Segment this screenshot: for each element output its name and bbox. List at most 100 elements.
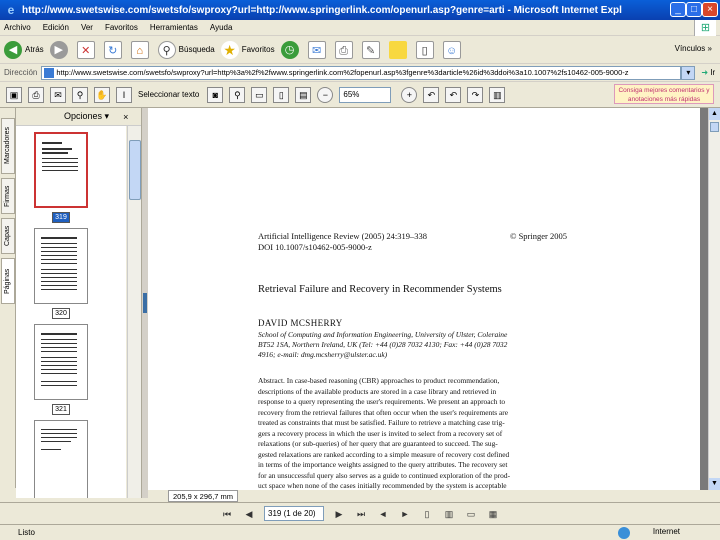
- links-label[interactable]: Vínculos »: [675, 44, 712, 53]
- print-button[interactable]: ⎙: [334, 40, 356, 59]
- document-view[interactable]: Artificial Intelligence Review (2005) 24…: [148, 108, 708, 490]
- pages-icon[interactable]: ▥: [489, 86, 506, 103]
- abstract-line: treated as constraints that must be sati…: [258, 418, 505, 427]
- next-view-icon[interactable]: ►: [397, 506, 413, 522]
- author-affiliation: BT52 1SA, Northern Ireland, UK (Tel: +44…: [258, 340, 508, 349]
- status-text: Listo: [18, 528, 35, 537]
- maximize-button[interactable]: □: [686, 2, 702, 17]
- actual-size-icon[interactable]: ▭: [251, 86, 268, 103]
- close-panel-button[interactable]: ×: [123, 112, 128, 122]
- address-input[interactable]: http://www.swetswise.com/swetsfo/swproxy…: [41, 65, 682, 80]
- window-title: http://www.swetswise.com/swetsfo/swproxy…: [22, 4, 622, 16]
- edit-button[interactable]: ✎: [361, 40, 383, 59]
- zoom-in-icon[interactable]: +: [401, 86, 418, 103]
- rotate-icon[interactable]: ↶: [423, 86, 440, 103]
- menu-favoritos[interactable]: Favoritos: [105, 23, 138, 32]
- page-thumbnail[interactable]: [34, 132, 88, 208]
- home-icon: ⌂: [130, 40, 149, 59]
- messenger-button[interactable]: ☺: [442, 40, 464, 59]
- thumbnail-scroll-thumb[interactable]: [129, 140, 141, 200]
- home-button[interactable]: ⌂: [130, 40, 152, 59]
- thumbnail-page-label: 321: [52, 404, 70, 415]
- last-page-icon[interactable]: ⏭: [353, 506, 369, 522]
- doi-text: DOI 10.1007/s10462-005-9000-z: [258, 242, 372, 252]
- previous-page-icon[interactable]: ◀: [241, 506, 257, 522]
- hand-tool-icon[interactable]: ✋: [94, 86, 110, 103]
- page-thumbnail[interactable]: [34, 324, 88, 400]
- undo-icon[interactable]: ↶: [445, 86, 462, 103]
- fit-width-icon[interactable]: ▤: [295, 86, 312, 103]
- minimize-button[interactable]: _: [670, 2, 686, 17]
- print-pdf-icon[interactable]: ⎙: [28, 86, 44, 103]
- address-value: http://www.swetswise.com/swetsfo/swproxy…: [56, 67, 629, 77]
- stop-button[interactable]: ✕: [76, 40, 98, 59]
- tab-marcadores[interactable]: Marcadores: [1, 118, 15, 174]
- save-copy-icon[interactable]: ▣: [6, 86, 22, 103]
- mail-button[interactable]: ✉: [307, 40, 329, 59]
- select-text-button[interactable]: Seleccionar texto: [138, 90, 199, 99]
- scroll-up-button[interactable]: ▲: [709, 108, 720, 120]
- back-label: Atrás: [25, 45, 44, 54]
- favorites-button[interactable]: ★ Favoritos: [220, 40, 275, 59]
- page-number-field[interactable]: 319 (1 de 20): [264, 506, 324, 521]
- journal-citation: Artificial Intelligence Review (2005) 24…: [258, 231, 428, 241]
- mail-icon: ✉: [307, 40, 326, 59]
- email-pdf-icon[interactable]: ✉: [50, 86, 66, 103]
- back-arrow-icon: ◀: [4, 40, 22, 59]
- tab-firmas[interactable]: Firmas: [1, 178, 15, 214]
- snapshot-icon[interactable]: ◙: [207, 86, 224, 103]
- menu-herramientas[interactable]: Herramientas: [150, 23, 198, 32]
- author-affiliation: School of Computing and Information Engi…: [258, 330, 508, 339]
- stop-icon: ✕: [76, 40, 95, 59]
- zoom-out-icon[interactable]: −: [317, 86, 334, 103]
- redo-icon[interactable]: ↷: [467, 86, 484, 103]
- scroll-down-button[interactable]: ▼: [709, 478, 720, 490]
- address-label: Dirección: [4, 68, 38, 77]
- document-scroll-thumb[interactable]: [710, 122, 719, 132]
- thumbnail-scrollbar[interactable]: [127, 126, 141, 498]
- forward-button[interactable]: ▶: [49, 40, 71, 59]
- menu-ver[interactable]: Ver: [81, 23, 93, 32]
- abstract-line: recovery from the retrieval failures tha…: [258, 407, 509, 417]
- previous-view-icon[interactable]: ◄: [375, 506, 391, 522]
- search-pdf-icon[interactable]: ⚲: [72, 86, 88, 103]
- splitter-grip[interactable]: [143, 293, 147, 313]
- page-layout-single-icon[interactable]: ▯: [419, 506, 435, 522]
- next-page-icon[interactable]: ▶: [331, 506, 347, 522]
- search-button[interactable]: ⚲ Búsqueda: [157, 40, 215, 59]
- select-text-icon[interactable]: I: [116, 86, 132, 103]
- tab-paginas[interactable]: Páginas: [1, 258, 15, 304]
- zoom-field[interactable]: 65%: [339, 86, 392, 103]
- menu-ayuda[interactable]: Ayuda: [210, 23, 233, 32]
- page-layout-facing-icon[interactable]: ▭: [463, 506, 479, 522]
- page-layout-continuous-facing-icon[interactable]: ▦: [485, 506, 501, 522]
- refresh-icon: ↻: [103, 40, 122, 59]
- options-menu[interactable]: Opciones ▾: [64, 111, 109, 122]
- zoom-icon[interactable]: ⚲: [229, 86, 246, 103]
- page-layout-continuous-icon[interactable]: ▥: [441, 506, 457, 522]
- first-page-icon[interactable]: ⏮: [219, 506, 235, 522]
- acrobat-toolbar: ▣ ⎙ ✉ ⚲ ✋ I Seleccionar texto ◙ ⚲ ▭ ▯ ▤ …: [0, 82, 720, 108]
- abstract-line: for an unsuccessful query also serves as…: [258, 470, 511, 480]
- page-thumbnail[interactable]: [34, 228, 88, 304]
- go-button[interactable]: ➜ Ir: [701, 68, 715, 77]
- tab-capas[interactable]: Capas: [1, 218, 15, 254]
- forward-arrow-icon: ▶: [49, 40, 68, 59]
- fit-page-icon[interactable]: ▯: [273, 86, 290, 103]
- research-button[interactable]: ▯: [415, 40, 437, 59]
- promo-link[interactable]: Consiga mejores comentarios y anotacione…: [614, 84, 714, 104]
- discuss-button[interactable]: [388, 40, 410, 59]
- window-title-bar: e http://www.swetswise.com/swetsfo/swpro…: [0, 0, 720, 20]
- menu-archivo[interactable]: Archivo: [4, 23, 31, 32]
- menu-edicion[interactable]: Edición: [43, 23, 69, 32]
- page-thumbnail[interactable]: [34, 420, 88, 498]
- ie-logo-icon: e: [7, 3, 15, 17]
- document-scrollbar[interactable]: ▲ ▼: [708, 108, 720, 490]
- history-button[interactable]: ◷: [280, 40, 302, 59]
- messenger-icon: ☺: [442, 40, 461, 59]
- address-dropdown-button[interactable]: ▾: [681, 65, 696, 80]
- refresh-button[interactable]: ↻: [103, 40, 125, 59]
- paper-title: Retrieval Failure and Recovery in Recomm…: [258, 284, 502, 295]
- back-button[interactable]: ◀ Atrás: [4, 40, 44, 59]
- close-button[interactable]: ×: [702, 2, 718, 17]
